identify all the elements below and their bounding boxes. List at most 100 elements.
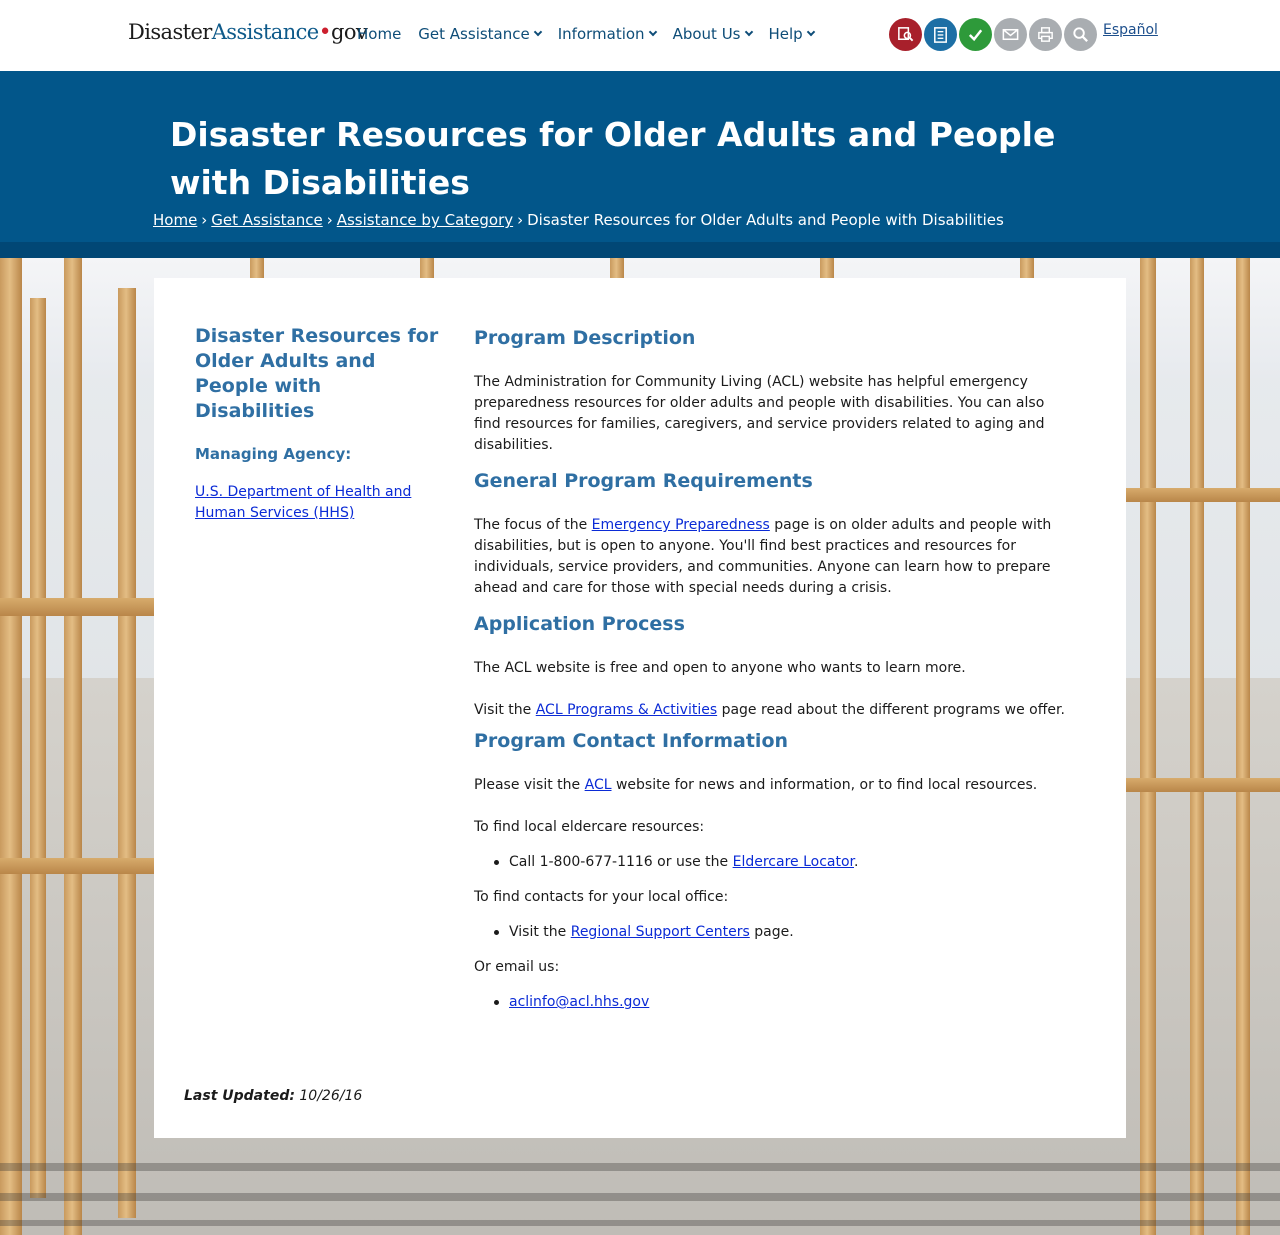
wood-plate [1126,778,1280,792]
wood-plate [1126,488,1280,502]
contact-visit-after: website for news and information, or to … [611,777,1038,793]
last-updated: Last Updated: 10/26/16 [184,1088,362,1104]
wood-stud [118,288,136,1218]
main-nav: Home Get Assistance Information About Us… [357,25,831,43]
wood-plate [0,598,154,616]
emergency-preparedness-link[interactable]: Emergency Preparedness [592,517,770,533]
eldercare-item-before: Call 1-800-677-1116 or use the [509,854,733,870]
wood-stud [0,258,22,1235]
site-header: DisasterAssistance•gov Home Get Assistan… [0,0,1280,71]
breadcrumb-separator: › [517,211,524,229]
requirements-text-before: The focus of the [474,517,592,533]
section-heading-requirements: General Program Requirements [474,470,813,492]
office-list: Visit the Regional Support Centers page. [474,922,1074,943]
logo-text-disaster: Disaster [128,20,212,44]
email-intro: Or email us: [474,959,560,975]
check-status-button[interactable] [959,18,992,51]
section-heading-contact: Program Contact Information [474,730,789,752]
list-item: Call 1-800-677-1116 or use the Eldercare… [474,852,1074,873]
nav-information[interactable]: Information [558,25,657,43]
last-updated-label: Last Updated: [184,1088,295,1104]
checklist-button[interactable] [924,18,957,51]
nav-home-label: Home [357,25,402,43]
acl-programs-link[interactable]: ACL Programs & Activities [536,702,717,718]
nav-about-us[interactable]: About Us [672,25,753,43]
program-description-text: The Administration for Community Living … [474,374,1045,453]
nav-get-assistance[interactable]: Get Assistance [418,25,542,43]
logo-text-assistance: Assistance [211,20,319,44]
section-heading-program-description: Program Description [474,327,696,349]
office-intro: To find contacts for your local office: [474,889,729,905]
eldercare-list: Call 1-800-677-1116 or use the Eldercare… [474,852,1074,873]
wood-stud [610,258,624,278]
contact-visit-before: Please visit the [474,777,585,793]
list-item: Visit the Regional Support Centers page. [474,922,1074,943]
search-button[interactable] [1064,18,1097,51]
content-card: Disaster Resources for Older Adults and … [154,278,1126,1138]
floor-shadow [0,1220,1280,1226]
wood-stud [1190,258,1204,1235]
breadcrumb-separator: › [201,211,208,229]
sidebar: Disaster Resources for Older Adults and … [195,324,445,524]
nav-about-us-label: About Us [672,25,741,43]
floor-shadow [0,1193,1280,1201]
breadcrumb-get-assistance[interactable]: Get Assistance [211,211,322,229]
hero-bottom-band [0,242,1280,258]
wood-stud [1236,258,1250,1235]
breadcrumb-home[interactable]: Home [153,211,197,229]
application-text-2: Visit the ACL Programs & Activities page… [474,700,1074,721]
logo-dot: • [318,20,332,45]
email-link[interactable]: aclinfo@acl.hhs.gov [509,994,649,1010]
application-text-2-before: Visit the [474,702,536,718]
email-icon [1002,28,1019,41]
chevron-down-icon [648,27,657,37]
search-icon [1073,27,1088,42]
find-assistance-button[interactable] [889,18,922,51]
nav-help[interactable]: Help [768,25,815,43]
wood-stud [30,298,46,1198]
espanol-link[interactable]: Español [1103,22,1158,38]
chevron-down-icon [533,27,542,37]
nav-get-assistance-label: Get Assistance [418,25,530,43]
email-button[interactable] [994,18,1027,51]
nav-help-label: Help [768,25,803,43]
wood-stud [820,258,834,278]
application-text-1: The ACL website is free and open to anyo… [474,660,966,676]
wood-plate [0,858,154,874]
page-title: Disaster Resources for Older Adults and … [170,115,1056,202]
requirements-text: The focus of the Emergency Preparedness … [474,515,1074,599]
checkmark-icon [968,29,983,42]
office-item-before: Visit the [509,924,571,940]
last-updated-date: 10/26/16 [299,1088,363,1104]
managing-agency-label: Managing Agency: [195,445,352,463]
wood-stud [420,258,434,278]
wood-stud [64,258,82,1235]
application-text-2-after: page read about the different programs w… [717,702,1065,718]
print-button[interactable] [1029,18,1062,51]
eldercare-locator-link[interactable]: Eldercare Locator [733,854,854,870]
list-item: aclinfo@acl.hhs.gov [474,992,1074,1013]
chevron-down-icon [806,27,815,37]
chevron-down-icon [744,27,753,37]
checklist-icon [934,27,947,43]
nav-home[interactable]: Home [357,25,401,43]
sidebar-title: Disaster Resources for Older Adults and … [195,325,439,422]
breadcrumb-separator: › [326,211,333,229]
office-item-after: page. [749,924,794,940]
print-icon [1038,27,1053,42]
contact-visit-text: Please visit the ACL website for news an… [474,775,1074,796]
regional-support-centers-link[interactable]: Regional Support Centers [571,924,750,940]
acl-link[interactable]: ACL [585,777,612,793]
breadcrumb: Home › Get Assistance › Assistance by Catego… [153,211,1004,229]
wood-stud [250,258,264,278]
wood-stud [1140,258,1156,1235]
managing-agency-link[interactable]: U.S. Department of Health and Human Serv… [195,484,411,521]
breadcrumb-current: Disaster Resources for Older Adults and … [527,211,1004,229]
email-list: aclinfo@acl.hhs.gov [474,992,1074,1013]
site-logo[interactable]: DisasterAssistance•gov [128,20,368,45]
section-heading-application: Application Process [474,613,685,635]
breadcrumb-assistance-by-category[interactable]: Assistance by Category [337,211,513,229]
floor-shadow [0,1163,1280,1171]
eldercare-item-after: . [854,854,859,870]
page-hero: Disaster Resources for Older Adults and … [0,71,1280,242]
